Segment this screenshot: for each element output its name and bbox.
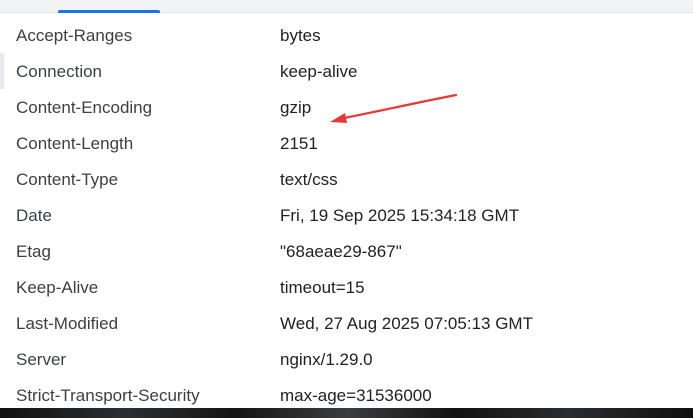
response-headers-panel: Accept-Ranges bytes Connection keep-aliv…: [0, 13, 693, 410]
tab-strip: [0, 0, 693, 13]
header-row-accept-ranges: Accept-Ranges bytes: [0, 18, 693, 54]
header-name: Accept-Ranges: [16, 26, 133, 45]
header-value: nginx/1.29.0: [280, 350, 373, 369]
header-value: bytes: [280, 26, 321, 45]
header-name: Date: [16, 206, 52, 225]
header-value: 2151: [280, 134, 318, 153]
header-value: keep-alive: [280, 62, 358, 81]
header-name: Etag: [16, 242, 51, 261]
header-row-server: Server nginx/1.29.0: [0, 342, 693, 378]
header-value: Wed, 27 Aug 2025 07:05:13 GMT: [280, 314, 533, 333]
header-name: Keep-Alive: [16, 278, 99, 297]
header-row-date: Date Fri, 19 Sep 2025 15:34:18 GMT: [0, 198, 693, 234]
header-name: Server: [16, 350, 67, 369]
header-name: Content-Type: [16, 170, 119, 189]
header-row-keep-alive: Keep-Alive timeout=15: [0, 270, 693, 306]
header-name: Connection: [16, 62, 103, 81]
header-name: Content-Length: [16, 134, 134, 153]
header-name: Last-Modified: [16, 314, 119, 333]
header-value: gzip: [280, 98, 312, 117]
header-value: text/css: [280, 170, 338, 189]
header-value: timeout=15: [280, 278, 365, 297]
header-row-connection: Connection keep-alive: [0, 54, 693, 90]
header-row-etag: Etag "68aeae29-867": [0, 234, 693, 270]
header-name: Content-Encoding: [16, 98, 153, 117]
red-arrow-annotation: [330, 93, 458, 123]
header-value: Fri, 19 Sep 2025 15:34:18 GMT: [280, 206, 520, 225]
header-row-last-modified: Last-Modified Wed, 27 Aug 2025 07:05:13 …: [0, 306, 693, 342]
desktop-background-strip: [0, 408, 693, 418]
header-row-content-type: Content-Type text/css: [0, 162, 693, 198]
header-value: "68aeae29-867": [280, 242, 402, 261]
